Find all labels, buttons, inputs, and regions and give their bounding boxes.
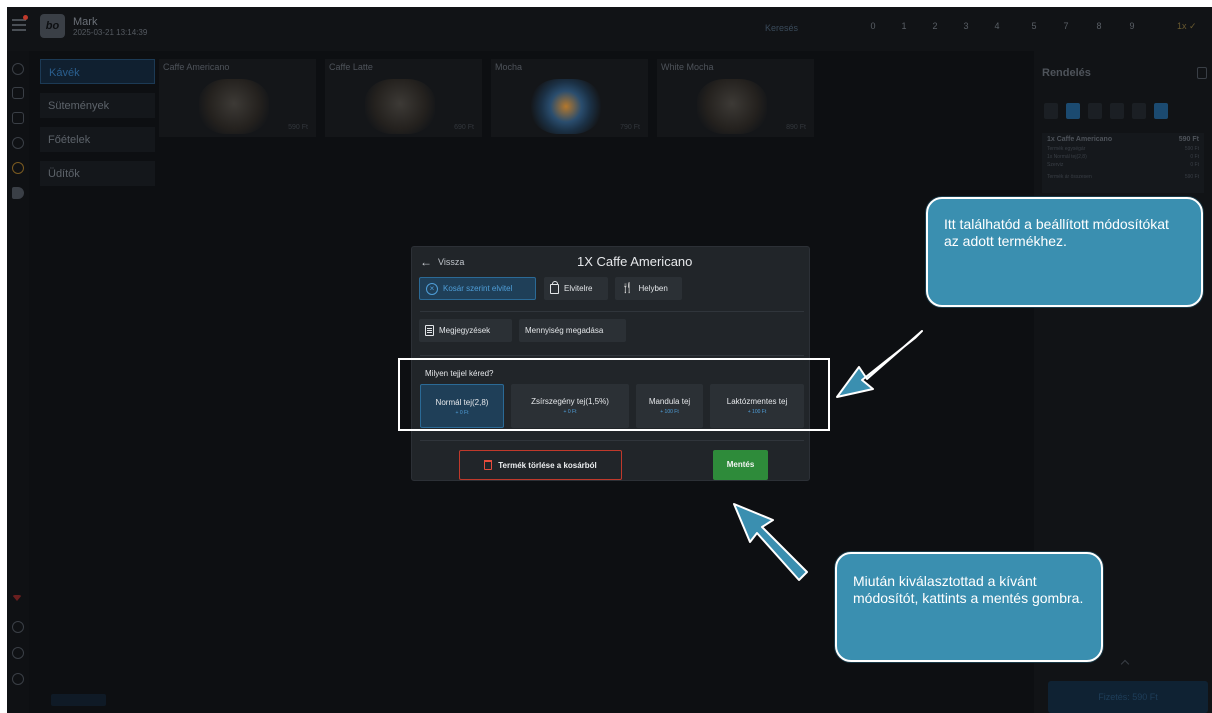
callout-modifiers: Itt találhatód a beállított módosítókat …	[926, 197, 1203, 307]
callout-save: Miután kiválasztottad a kívánt módosítót…	[835, 552, 1103, 662]
arrow-to-modifiers-icon	[836, 330, 923, 398]
app-frame: bo Mark 2025-03-21 13:14:39 Keresés 0 1 …	[7, 7, 1212, 713]
arrow-to-save-icon	[733, 503, 808, 581]
